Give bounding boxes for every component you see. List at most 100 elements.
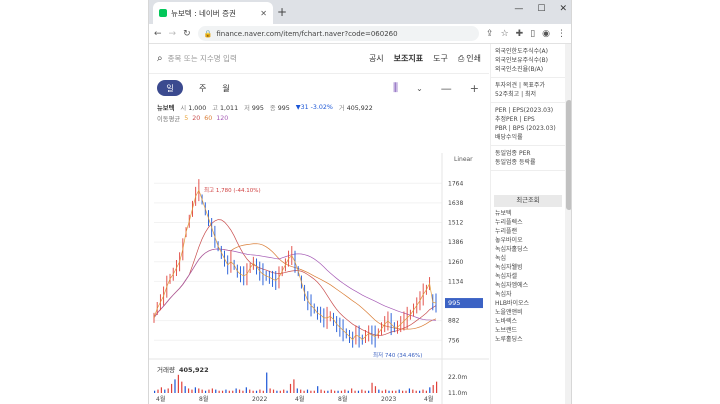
profile-avatar-icon[interactable]: ◉ (542, 29, 550, 39)
candle-type-icon[interactable]: ⫼ (393, 81, 398, 95)
volume-bar (211, 388, 213, 393)
volume-bar (395, 390, 397, 393)
menu-tools[interactable]: 도구 (433, 53, 448, 64)
volume-value: 405,922 (346, 105, 373, 112)
foreign-ratio: 외국인소진율(B/A) (495, 66, 544, 73)
volume-bar (204, 390, 207, 393)
volume-bar (167, 388, 169, 393)
sector-section: 동일업종 PER 동일업종 등락률 (491, 146, 565, 171)
share-icon[interactable]: ⇪ (486, 29, 494, 39)
volume-bar (177, 374, 179, 393)
period-month[interactable]: 월 (222, 83, 229, 94)
menu-print[interactable]: 인쇄 (466, 53, 481, 64)
recent-item[interactable]: 노바렉스 (495, 317, 561, 326)
ma-5[interactable]: 5 (184, 115, 188, 122)
address-bar[interactable]: 🔒 finance.naver.com/item/fchart.naver?co… (197, 26, 480, 41)
volume-bar (215, 389, 217, 393)
browser-tab[interactable]: 뉴보텍 : 네이버 증권 ✕ (153, 2, 273, 24)
recent-item[interactable]: 누리플렉스 (495, 218, 561, 227)
open-label: 시 (180, 105, 187, 112)
ma-60[interactable]: 60 (204, 115, 212, 122)
search-icon[interactable]: ⌕ (157, 53, 163, 64)
recent-item[interactable]: 누리플랜 (495, 227, 561, 236)
recent-item[interactable]: 녹십자 (495, 290, 561, 299)
period-week[interactable]: 주 (199, 83, 206, 94)
volume-bar (255, 390, 258, 393)
volume-bar (415, 390, 417, 393)
print-icon[interactable]: ⎙ (458, 54, 464, 64)
volume-bar (313, 390, 315, 393)
volume-bar (272, 389, 275, 393)
recent-item[interactable]: 녹십자엠에스 (495, 281, 561, 290)
volume-bar (235, 388, 237, 393)
zoom-out-icon[interactable]: — (441, 82, 452, 95)
foreign-ownership-section: 외국인한도주식수(A) 외국인보유주식수(B) 외국인소진율(B/A) (491, 44, 565, 78)
y-tick-label: 882 (448, 318, 460, 325)
search-input[interactable]: 종목 또는 지수명 입력 (168, 53, 369, 64)
maximize-icon[interactable]: ☐ (537, 4, 545, 14)
recent-item[interactable]: 녹십자셀 (495, 272, 561, 281)
recent-item[interactable]: 녹십 (495, 254, 561, 263)
zoom-in-icon[interactable]: + (470, 82, 479, 95)
left-backdrop (0, 0, 148, 404)
sidepanel-icon[interactable]: ▯ (530, 29, 535, 39)
x-tick-label: 8월 (199, 395, 208, 403)
stock-name: 뉴보텍 (157, 105, 175, 112)
pbr-bps: PBR | BPS (2023.03) (495, 125, 556, 132)
menu-indicator[interactable]: 보조지표 (394, 53, 423, 64)
volume-bar (347, 390, 349, 393)
volume-bar (391, 390, 394, 393)
volume-bar (320, 389, 322, 393)
volume-bar (194, 387, 196, 393)
volume-bar (286, 390, 288, 393)
volume-bar (187, 388, 190, 393)
extensions-icon[interactable]: ✚ (516, 29, 524, 39)
recent-item[interactable]: 노브랜드 (495, 326, 561, 335)
close-tab-icon[interactable]: ✕ (260, 9, 267, 18)
back-icon[interactable]: ← (154, 29, 162, 39)
recent-item[interactable]: 녹십자웰빙 (495, 263, 561, 272)
volume-bar (422, 389, 424, 393)
volume-bar (198, 388, 200, 393)
recent-item[interactable]: 노을앤앤비 (495, 308, 561, 317)
volume-bar (269, 388, 271, 393)
new-tab-icon[interactable]: + (277, 5, 287, 19)
volume-tick-label: 22.0m (448, 374, 467, 381)
recent-header[interactable]: 최근조회 (494, 195, 562, 207)
recent-item[interactable]: 뉴보텍 (495, 209, 561, 218)
volume-bar (381, 390, 383, 393)
scrollbar-thumb[interactable] (566, 100, 571, 210)
volume-bar (354, 390, 356, 393)
close-window-icon[interactable]: ✕ (559, 4, 567, 14)
volume-bar (408, 388, 411, 393)
recent-item[interactable]: HLB바이오스 (495, 299, 561, 308)
forward-icon[interactable]: → (169, 29, 177, 39)
volume-bar (157, 389, 159, 393)
recent-list: 뉴보텍 누리플렉스 누리플랜 놓우바이오 녹십자홀딩스 녹십 녹십자웰빙 녹십자셀 녹십자엠에스… (491, 209, 565, 344)
period-day[interactable]: 일 (157, 80, 183, 96)
recent-item[interactable]: 놓우바이오 (495, 236, 561, 245)
ma-20[interactable]: 20 (192, 115, 200, 122)
x-tick-label: 4월 (156, 395, 165, 403)
price-chart[interactable]: 1764 1638 1512 1386 1260 1134 882 756 4월 8월 2022 4월… (149, 153, 489, 404)
recent-item[interactable]: 녹십자홀딩스 (495, 245, 561, 254)
volume-bar (310, 390, 312, 393)
y-tick-label: 1638 (448, 200, 463, 207)
recent-item[interactable]: 노루홀딩스 (495, 335, 561, 344)
sector-change: 동일업종 등락률 (495, 159, 536, 166)
bookmark-star-icon[interactable]: ☆ (501, 29, 509, 39)
minimize-icon[interactable]: — (514, 4, 523, 14)
volume-bar (432, 385, 434, 393)
top-menu: 공시 보조지표 도구 ⎙ 인쇄 (369, 53, 481, 64)
reload-icon[interactable]: ↻ (183, 29, 191, 39)
page-scrollbar[interactable] (565, 44, 571, 404)
menu-disclosure[interactable]: 공시 (369, 53, 384, 64)
volume-bar (425, 390, 428, 393)
volume-bar (184, 386, 186, 393)
menu-kebab-icon[interactable]: ⋮ (557, 29, 566, 39)
ma-120[interactable]: 120 (216, 115, 228, 122)
scale-label[interactable]: Linear (454, 156, 473, 163)
chevron-down-icon[interactable]: ⌄ (416, 84, 423, 93)
url-text: finance.naver.com/item/fchart.naver?code… (216, 29, 398, 38)
max-price-label: 최고 1,780 (-44.10%) (204, 186, 261, 194)
